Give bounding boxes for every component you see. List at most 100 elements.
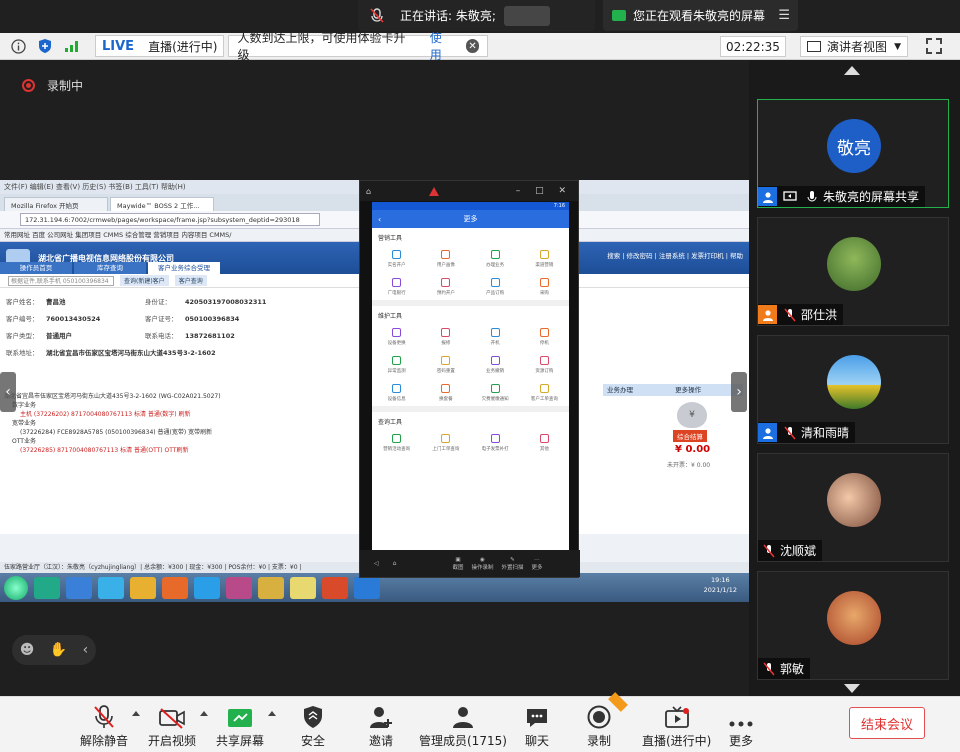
phone-tool-item[interactable]: 开机	[471, 328, 520, 346]
info-value: 13872681102	[185, 332, 235, 340]
end-meeting-button[interactable]: 结束会议	[849, 707, 925, 739]
participant-tile[interactable]: 邵仕洪	[757, 217, 949, 326]
phone-tool-item[interactable]: 上门工单查询	[421, 434, 470, 452]
next-page-arrow[interactable]: ›	[731, 372, 747, 412]
phone-tool-item[interactable]: 客户工单查询	[520, 384, 569, 402]
phone-tool-item[interactable]: 其他	[520, 434, 569, 452]
url-field: 172.31.194.6:7002/crmweb/pages/workspace…	[20, 213, 320, 226]
participant-label: 朱敬亮的屏幕共享	[758, 186, 926, 207]
back-nav-icon[interactable]: ◁	[374, 560, 379, 567]
tool-label: 更多	[531, 564, 543, 571]
invite-button[interactable]: 邀请	[369, 703, 393, 749]
boss-nav-item: 库存查询	[74, 262, 146, 274]
phone-tool-grid: 实名开户 用户画像 办理业务 渠道营销广电银行 预约开户 产品订购 采购	[372, 244, 569, 300]
recording-indicator: 录制中	[22, 77, 83, 94]
collapse-arrow-icon[interactable]: ‹	[83, 642, 89, 658]
phone-tool-label: 实名开户	[387, 263, 406, 268]
participant-tile[interactable]: 敬亮 朱敬亮的屏幕共享	[757, 99, 949, 208]
live-stream-button[interactable]: 直播(进行中)	[642, 703, 711, 749]
share-options-caret[interactable]	[268, 711, 276, 716]
phone-tool-grid: 营销活动查询 上门工单查询 电子发票补打 其他	[372, 428, 569, 456]
phone-tool-item[interactable]: 设备更换	[372, 328, 421, 346]
phone-tool-item[interactable]: 电子发票补打	[471, 434, 520, 452]
phone-tool-item[interactable]: 资源订购	[520, 356, 569, 374]
panel-tab: 业务办理 更多操作	[603, 384, 743, 396]
start-video-button[interactable]: 开启视频	[148, 703, 196, 749]
tool-icon	[392, 356, 402, 365]
phone-tool-item[interactable]: 渠道营销	[520, 250, 569, 268]
phone-tool-item[interactable]: 产品订购	[471, 278, 520, 296]
scroll-down-icon[interactable]	[844, 684, 860, 693]
use-trial-link[interactable]: 使用	[430, 29, 454, 63]
phone-tool-item[interactable]: 业务撤销	[471, 356, 520, 374]
phone-tool-item[interactable]: 用户画像	[421, 250, 470, 268]
phone-tool-label: 异常监测	[387, 369, 406, 374]
phone-tool-item[interactable]: 办理业务	[471, 250, 520, 268]
view-mode-label: 演讲者视图	[827, 40, 888, 54]
participant-tile[interactable]: 郭敏	[757, 571, 949, 680]
participant-tile[interactable]: 清和雨晴	[757, 335, 949, 444]
warning-icon	[429, 186, 440, 196]
phone-tool-item[interactable]: 实名开户	[372, 250, 421, 268]
tool-icon	[490, 356, 500, 365]
info-icon[interactable]	[9, 37, 27, 55]
phone-app-header: ‹ 更多	[372, 210, 569, 228]
window-controls[interactable]: – □ ✕	[516, 186, 572, 196]
tool-more[interactable]: ⋯ 更多	[531, 557, 542, 571]
fullscreen-icon[interactable]	[926, 38, 942, 54]
phone-tool-item[interactable]: 异常监测	[372, 356, 421, 374]
scroll-up-icon[interactable]	[844, 66, 860, 75]
signal-icon[interactable]	[63, 37, 81, 55]
participant-tile[interactable]: 沈顺斌	[757, 453, 949, 562]
phone-tool-label: 广电银行	[387, 291, 406, 296]
phone-tool-item[interactable]: 采购	[520, 278, 569, 296]
phone-tool-item[interactable]: 报修	[421, 328, 470, 346]
shield-icon[interactable]	[36, 37, 54, 55]
phone-tool-label: 办理业务	[486, 263, 505, 268]
phone-tool-item[interactable]: 欠费催缴通知	[471, 384, 520, 402]
view-mode-dropdown[interactable]: 演讲者视图 ▼	[800, 36, 908, 57]
chat-label: 聊天	[525, 734, 550, 748]
record-icon	[587, 703, 611, 729]
phone-tool-item[interactable]: 广电银行	[372, 278, 421, 296]
phone-tool-item[interactable]: 设备信息	[372, 384, 421, 402]
phone-tool-item[interactable]: 密码重置	[421, 356, 470, 374]
tool-record[interactable]: ◉ 操作录制	[471, 557, 493, 571]
phone-tool-grid: 设备更换 报修 开机 停机异常监测 密码重置 业务撤销 资源订购设备信息 换套餐 欠费催缴通知 客…	[372, 322, 569, 406]
participants-icon	[451, 703, 475, 729]
video-options-caret[interactable]	[200, 711, 208, 716]
phone-tool-label: 渠道营销	[535, 263, 554, 268]
chat-button[interactable]: 聊天	[525, 703, 549, 749]
phone-tool-label: 报修	[441, 341, 451, 346]
invite-label: 邀请	[369, 734, 394, 748]
participant-name: 朱敬亮的屏幕共享	[823, 190, 920, 204]
tool-screenshot[interactable]: ▣ 截图	[452, 557, 463, 571]
tree-leaf: (37226284) FCE8928A5785 (050100396834) 普…	[20, 429, 213, 436]
back-icon[interactable]: ‹	[378, 215, 381, 224]
record-button[interactable]: 录制	[587, 703, 611, 749]
hand-icon[interactable]: ✋	[50, 642, 67, 658]
home-nav-icon[interactable]: ⌂	[393, 560, 397, 567]
chat-icon	[525, 703, 549, 729]
prev-page-arrow[interactable]: ‹	[0, 372, 16, 412]
phone-tool-item[interactable]: 预约开户	[421, 278, 470, 296]
tree-leaf: (37226285) 8717004080767113 标清 普通(OTT) O…	[20, 447, 189, 454]
share-screen-button[interactable]: 共享屏幕	[216, 703, 264, 749]
status-bar: LIVE 直播(进行中) 人数到达上限，可使用体验卡升级 使用 ✕ 02:22:…	[0, 31, 960, 62]
phone-tool-label: 资源订购	[535, 369, 554, 374]
menu-icon[interactable]: ☰	[778, 8, 790, 23]
tool-scan[interactable]: ✎ 外置扫描	[501, 557, 523, 571]
unmute-button[interactable]: 解除静音	[80, 703, 128, 749]
participants-button[interactable]: 管理成员(1715)	[419, 703, 507, 749]
phone-tool-item[interactable]: 停机	[520, 328, 569, 346]
security-button[interactable]: 安全	[301, 703, 325, 749]
home-icon[interactable]: ⌂	[366, 187, 371, 196]
phone-tool-item[interactable]: 换套餐	[421, 384, 470, 402]
phone-tool-item[interactable]: 营销活动查询	[372, 434, 421, 452]
more-button[interactable]: 更多	[729, 703, 753, 749]
live-status[interactable]: LIVE 直播(进行中)	[95, 35, 225, 57]
close-icon[interactable]: ✕	[465, 39, 480, 53]
emoji-icon[interactable]: ☻	[20, 642, 35, 658]
viewing-indicator[interactable]: 您正在观看朱敬亮的屏幕 ☰	[603, 0, 798, 31]
audio-options-caret[interactable]	[132, 711, 140, 716]
